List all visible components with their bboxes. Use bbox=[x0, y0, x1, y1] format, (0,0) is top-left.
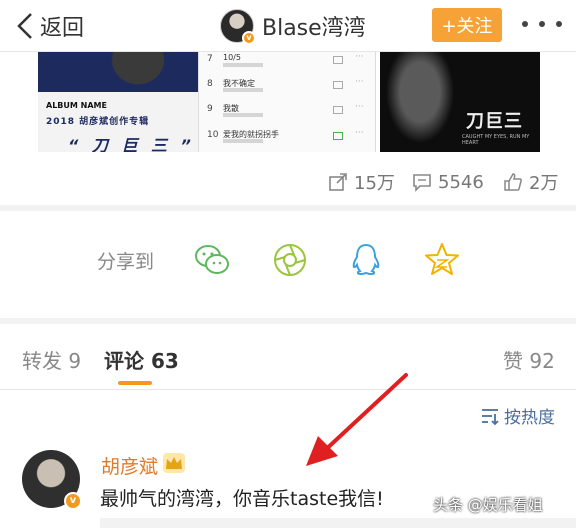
share-icon bbox=[329, 173, 347, 191]
avatar[interactable]: v bbox=[220, 9, 256, 45]
verified-badge-icon: v bbox=[64, 492, 82, 510]
album-title: “ 刀 巨 三 ” bbox=[68, 136, 195, 152]
commenter-name[interactable]: 胡彦斌 bbox=[101, 452, 158, 479]
tabs-divider bbox=[0, 389, 576, 390]
chevron-left-icon bbox=[17, 13, 32, 39]
like-count-button[interactable]: 2万 bbox=[503, 166, 558, 198]
account-profile[interactable]: v Blase湾湾 bbox=[220, 6, 366, 46]
album-name-label: ALBUM NAME bbox=[46, 101, 107, 110]
comment-count-button[interactable]: 5546 bbox=[412, 166, 484, 198]
comment-icon bbox=[413, 174, 431, 192]
qzone-star-icon[interactable] bbox=[422, 240, 462, 280]
top-navigation-bar: 返回 v Blase湾湾 +关注 bbox=[0, 0, 576, 52]
watermark-text: 头条 @娱乐看姐 bbox=[433, 496, 543, 514]
album-logo: 刀巨三 bbox=[466, 111, 523, 132]
comment-text: 最帅气的湾湾，你音乐taste我信! bbox=[100, 488, 384, 510]
tab-reposts[interactable]: 转发 9 bbox=[22, 345, 81, 374]
tab-comments[interactable]: 评论 63 bbox=[104, 345, 179, 374]
more-options-icon[interactable] bbox=[522, 14, 562, 34]
tracklist-image[interactable]: 7 10/5 ··· 8 我不确定 ··· 9 我散 ··· 10 爱我的就拐拐… bbox=[198, 52, 376, 152]
track-row: 9 我散 ··· bbox=[207, 102, 371, 122]
back-button[interactable]: 返回 bbox=[16, 8, 84, 44]
comment-count: 5546 bbox=[438, 171, 484, 193]
account-name[interactable]: Blase湾湾 bbox=[262, 10, 366, 42]
section-divider bbox=[0, 318, 576, 324]
commenter-avatar[interactable]: v bbox=[22, 450, 82, 510]
track-row: 8 我不确定 ··· bbox=[207, 77, 371, 97]
follow-button[interactable]: +关注 bbox=[432, 8, 502, 42]
qq-icon[interactable] bbox=[346, 240, 386, 280]
wechat-icon[interactable] bbox=[192, 240, 232, 280]
artist-photo bbox=[380, 52, 460, 152]
reply-preview-box[interactable] bbox=[100, 518, 576, 528]
share-count-button[interactable]: 15万 bbox=[328, 166, 395, 198]
like-count: 2万 bbox=[529, 173, 559, 194]
share-count: 15万 bbox=[354, 173, 395, 194]
verified-badge-icon: v bbox=[242, 31, 256, 45]
sort-by-hot-button[interactable]: 按热度 bbox=[480, 403, 555, 428]
thumbs-up-icon bbox=[504, 173, 522, 191]
album-subtitle: 2018 胡彦斌创作专辑 bbox=[46, 117, 150, 127]
album-cover-image[interactable]: ALBUM NAME 2018 胡彦斌创作专辑 “ 刀 巨 三 ” bbox=[38, 52, 198, 152]
active-tab-indicator bbox=[118, 381, 152, 385]
sort-label: 按热度 bbox=[504, 408, 555, 428]
crown-icon bbox=[163, 453, 185, 473]
back-label: 返回 bbox=[40, 16, 85, 41]
moments-icon[interactable] bbox=[270, 240, 310, 280]
tab-likes[interactable]: 赞 92 bbox=[503, 345, 555, 374]
track-row: 10 爱我的就拐拐手 ··· bbox=[207, 128, 371, 148]
share-to-label: 分享到 bbox=[97, 251, 155, 273]
sort-icon bbox=[482, 408, 499, 425]
track-row: 7 10/5 ··· bbox=[207, 52, 371, 72]
album-tagline: CAUGHT MY EYES, RUN MY HEART bbox=[462, 134, 530, 146]
section-divider bbox=[0, 205, 576, 211]
album-back-image[interactable]: 刀巨三 CAUGHT MY EYES, RUN MY HEART bbox=[380, 52, 540, 152]
